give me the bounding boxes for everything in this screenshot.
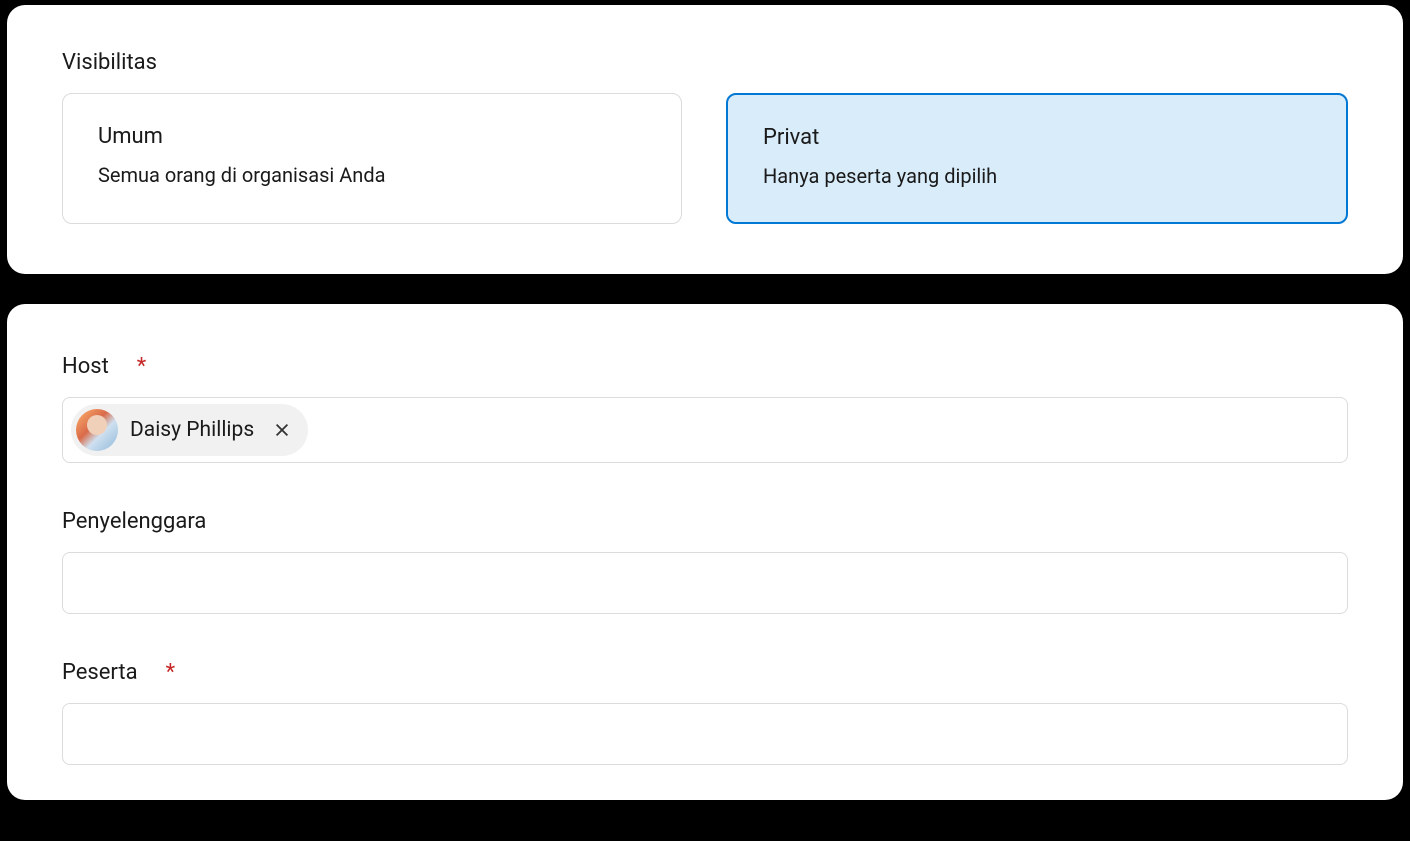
visibility-option-private-title: Privat	[763, 125, 1311, 150]
host-text-input[interactable]	[316, 406, 1339, 454]
host-chip: Daisy Phillips	[71, 404, 308, 456]
organizer-label: Penyelenggara	[62, 509, 1348, 534]
visibility-option-public[interactable]: Umum Semua orang di organisasi Anda	[62, 93, 682, 224]
organizer-label-text: Penyelenggara	[62, 509, 206, 534]
visibility-option-private-desc: Hanya peserta yang dipilih	[763, 164, 1311, 188]
visibility-options: Umum Semua orang di organisasi Anda Priv…	[62, 93, 1348, 224]
visibility-option-public-title: Umum	[98, 124, 646, 149]
organizer-text-input[interactable]	[71, 559, 1339, 607]
participants-field: Peserta *	[62, 660, 1348, 765]
host-chip-name: Daisy Phillips	[130, 418, 254, 442]
participants-text-input[interactable]	[71, 710, 1339, 758]
visibility-label: Visibilitas	[62, 50, 1348, 75]
participants-label-text: Peserta	[62, 660, 138, 685]
visibility-label-text: Visibilitas	[62, 50, 157, 75]
host-label: Host *	[62, 354, 1348, 379]
host-field: Host * Daisy Phillips	[62, 354, 1348, 463]
host-label-text: Host	[62, 354, 109, 379]
participants-required-indicator: *	[166, 662, 175, 684]
remove-chip-button[interactable]	[272, 420, 292, 440]
host-input[interactable]: Daisy Phillips	[62, 397, 1348, 463]
visibility-option-private[interactable]: Privat Hanya peserta yang dipilih	[726, 93, 1348, 224]
avatar	[76, 409, 118, 451]
close-icon	[273, 421, 291, 439]
participants-label: Peserta *	[62, 660, 1348, 685]
participants-input[interactable]	[62, 703, 1348, 765]
people-panel: Host * Daisy Phillips Penyelenggara Pese…	[7, 304, 1403, 800]
organizer-field: Penyelenggara	[62, 509, 1348, 614]
visibility-panel: Visibilitas Umum Semua orang di organisa…	[7, 5, 1403, 274]
organizer-input[interactable]	[62, 552, 1348, 614]
visibility-option-public-desc: Semua orang di organisasi Anda	[98, 163, 646, 187]
host-required-indicator: *	[137, 356, 146, 378]
